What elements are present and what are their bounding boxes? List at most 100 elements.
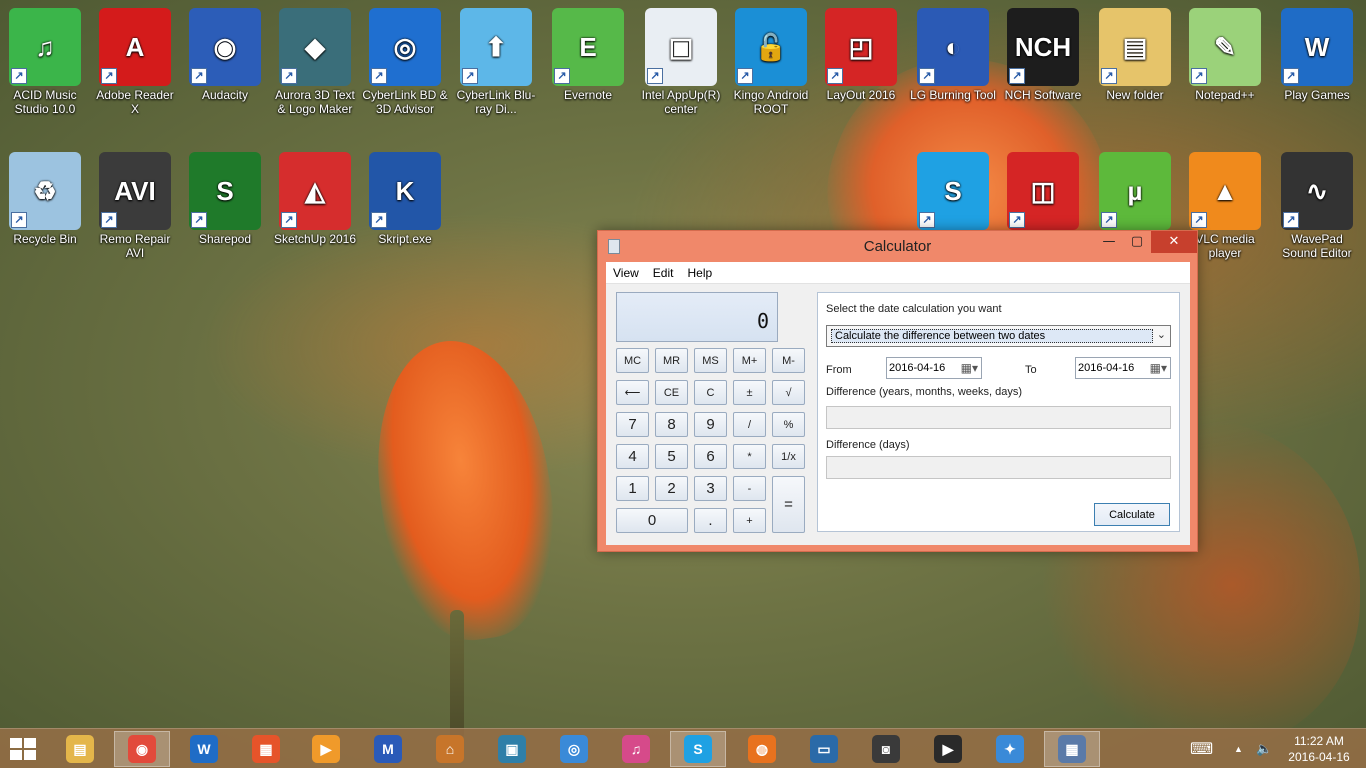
close-button[interactable]: ✕ (1151, 231, 1197, 253)
menu-edit[interactable]: Edit (646, 262, 681, 283)
clock-date: 2016-04-16 (1288, 750, 1350, 764)
desktop-icon[interactable]: ◐ ↗ LG Burning Tool (910, 8, 996, 102)
minimize-button[interactable]: — (1095, 231, 1123, 253)
digit-6-button[interactable]: 6 (694, 444, 727, 469)
taskbar-item[interactable]: ⌂ (422, 731, 478, 767)
taskbar-item[interactable]: ▦ (238, 731, 294, 767)
to-date-picker[interactable]: 2016-04-16 ▦▾ (1075, 357, 1171, 379)
date-calc-mode-select[interactable]: Calculate the difference between two dat… (826, 325, 1171, 347)
taskbar-item[interactable]: ✦ (982, 731, 1038, 767)
decimal-button[interactable]: . (694, 508, 727, 533)
desktop-icon[interactable]: ◰ ↗ LayOut 2016 (818, 8, 904, 102)
taskbar-item[interactable]: ▦ (1044, 731, 1100, 767)
window-client: View Edit Help 0 MC MR MS M+ M- ⟵ CE C ± √ 7 8 9/% 4 5… (606, 262, 1190, 545)
desktop-icon[interactable]: ♻ ↗ Recycle Bin (2, 152, 88, 246)
backspace-button[interactable]: ⟵ (616, 380, 649, 405)
maximize-button[interactable]: ▢ (1123, 231, 1151, 253)
desktop-icon[interactable]: 🔓 ↗ Kingo Android ROOT (728, 8, 814, 116)
desktop-icon[interactable]: ⬆ ↗ CyberLink Blu-ray Di... (453, 8, 539, 116)
desktop-icon[interactable]: S ↗ (910, 152, 996, 232)
desktop-icon[interactable]: ◫ ↗ (1000, 152, 1086, 232)
title-bar[interactable]: Calculator — ▢ ✕ (598, 231, 1197, 261)
taskbar-item[interactable]: ◉ (114, 731, 170, 767)
shortcut-arrow-icon: ↗ (1191, 68, 1207, 84)
taskbar-item[interactable]: ◎ (546, 731, 602, 767)
digit-9-button[interactable]: 9 (694, 412, 727, 437)
desktop-icon[interactable]: S ↗ Sharepod (182, 152, 268, 246)
taskbar-item[interactable]: ◍ (734, 731, 790, 767)
calculate-button[interactable]: Calculate (1094, 503, 1170, 526)
desktop-icon[interactable]: ♫ ↗ ACID Music Studio 10.0 (2, 8, 88, 116)
reciprocal-button[interactable]: 1/x (772, 444, 805, 469)
taskbar-item[interactable]: W (176, 731, 232, 767)
evernote-icon: E ↗ (552, 8, 624, 86)
ms-button[interactable]: MS (694, 348, 727, 373)
taskbar-item[interactable]: ▭ (796, 731, 852, 767)
clear-button[interactable]: C (694, 380, 727, 405)
digit-1-button[interactable]: 1 (616, 476, 649, 501)
desktop-icon[interactable]: ◆ ↗ Aurora 3D Text & Logo Maker (272, 8, 358, 116)
desktop-icon[interactable]: µ ↗ (1092, 152, 1178, 232)
digit-7-button[interactable]: 7 (616, 412, 649, 437)
digit-4-button[interactable]: 4 (616, 444, 649, 469)
taskbar-item[interactable]: ◙ (858, 731, 914, 767)
to-date-value: 2016-04-16 (1078, 362, 1135, 374)
calendar-icon[interactable]: ▦▾ (1150, 361, 1167, 375)
divide-button[interactable]: / (733, 412, 766, 437)
intel-appup-icon: ▣ ↗ (645, 8, 717, 86)
volume-icon[interactable]: 🔈 (1256, 729, 1272, 768)
square-root-button[interactable]: √ (772, 380, 805, 405)
digit-8-button[interactable]: 8 (655, 412, 688, 437)
skype-icon: S ↗ (917, 152, 989, 230)
start-button[interactable] (10, 738, 38, 760)
lg-burning-icon: ◐ ↗ (917, 8, 989, 86)
desktop-icon[interactable]: ✎ ↗ Notepad++ (1182, 8, 1268, 102)
desktop-icon[interactable]: NCH ↗ NCH Software (1000, 8, 1086, 102)
clear-entry-button[interactable]: CE (655, 380, 688, 405)
add-button[interactable]: + (733, 508, 766, 533)
taskbar-item[interactable]: ♫ (608, 731, 664, 767)
menu-view[interactable]: View (606, 262, 646, 283)
desktop-icon[interactable]: K ↗ Skript.exe (362, 152, 448, 246)
mc-button[interactable]: MC (616, 348, 649, 373)
digit-0-button[interactable]: 0 (616, 508, 688, 533)
taskbar-item[interactable]: M (360, 731, 416, 767)
desktop-icon[interactable]: ▤ ↗ New folder (1092, 8, 1178, 102)
desktop-icon[interactable]: ◭ ↗ SketchUp 2016 (272, 152, 358, 246)
calculator-window[interactable]: Calculator — ▢ ✕ View Edit Help 0 MC MR MS… (597, 230, 1198, 552)
desktop-icon[interactable]: ◎ ↗ CyberLink BD & 3D Advisor (362, 8, 448, 116)
from-date-picker[interactable]: 2016-04-16 ▦▾ (886, 357, 982, 379)
desktop-icon[interactable]: AVI ↗ Remo Repair AVI (92, 152, 178, 260)
desktop-icon[interactable]: ∿ ↗ WavePad Sound Editor (1274, 152, 1360, 260)
m-plus-button[interactable]: M+ (733, 348, 766, 373)
subtract-button[interactable]: - (733, 476, 766, 501)
desktop-icon[interactable]: A ↗ Adobe Reader X (92, 8, 178, 116)
desktop-icon[interactable]: ▣ ↗ Intel AppUp(R) center (638, 8, 724, 116)
calculator-display: 0 (616, 292, 778, 342)
desktop-icon-label: Sharepod (198, 232, 252, 246)
taskbar-item[interactable]: ▶ (298, 731, 354, 767)
calendar-icon[interactable]: ▦▾ (961, 361, 978, 375)
taskbar-item[interactable]: ▶ (920, 731, 976, 767)
percent-button[interactable]: % (772, 412, 805, 437)
desktop-icon[interactable]: ◉ ↗ Audacity (182, 8, 268, 102)
keyboard-icon[interactable]: ⌨ (1190, 729, 1213, 768)
from-date-value: 2016-04-16 (889, 362, 946, 374)
desktop-icon[interactable]: E ↗ Evernote (545, 8, 631, 102)
digit-3-button[interactable]: 3 (694, 476, 727, 501)
multiply-button[interactable]: * (733, 444, 766, 469)
taskbar-item[interactable]: ▤ (52, 731, 108, 767)
equals-button[interactable]: = (772, 476, 805, 533)
taskbar-item[interactable]: ▣ (484, 731, 540, 767)
plus-minus-button[interactable]: ± (733, 380, 766, 405)
taskbar-item[interactable]: S (670, 731, 726, 767)
folder-icon: ▤ ↗ (1099, 8, 1171, 86)
desktop-icon[interactable]: W ↗ Play Games (1274, 8, 1360, 102)
menu-help[interactable]: Help (680, 262, 719, 283)
show-hidden-icons-chevron-icon[interactable]: ▲ (1234, 729, 1243, 768)
m-minus-button[interactable]: M- (772, 348, 805, 373)
digit-2-button[interactable]: 2 (655, 476, 688, 501)
mr-button[interactable]: MR (655, 348, 688, 373)
clock[interactable]: 11:22 AM 2016-04-16 (1283, 733, 1355, 765)
digit-5-button[interactable]: 5 (655, 444, 688, 469)
